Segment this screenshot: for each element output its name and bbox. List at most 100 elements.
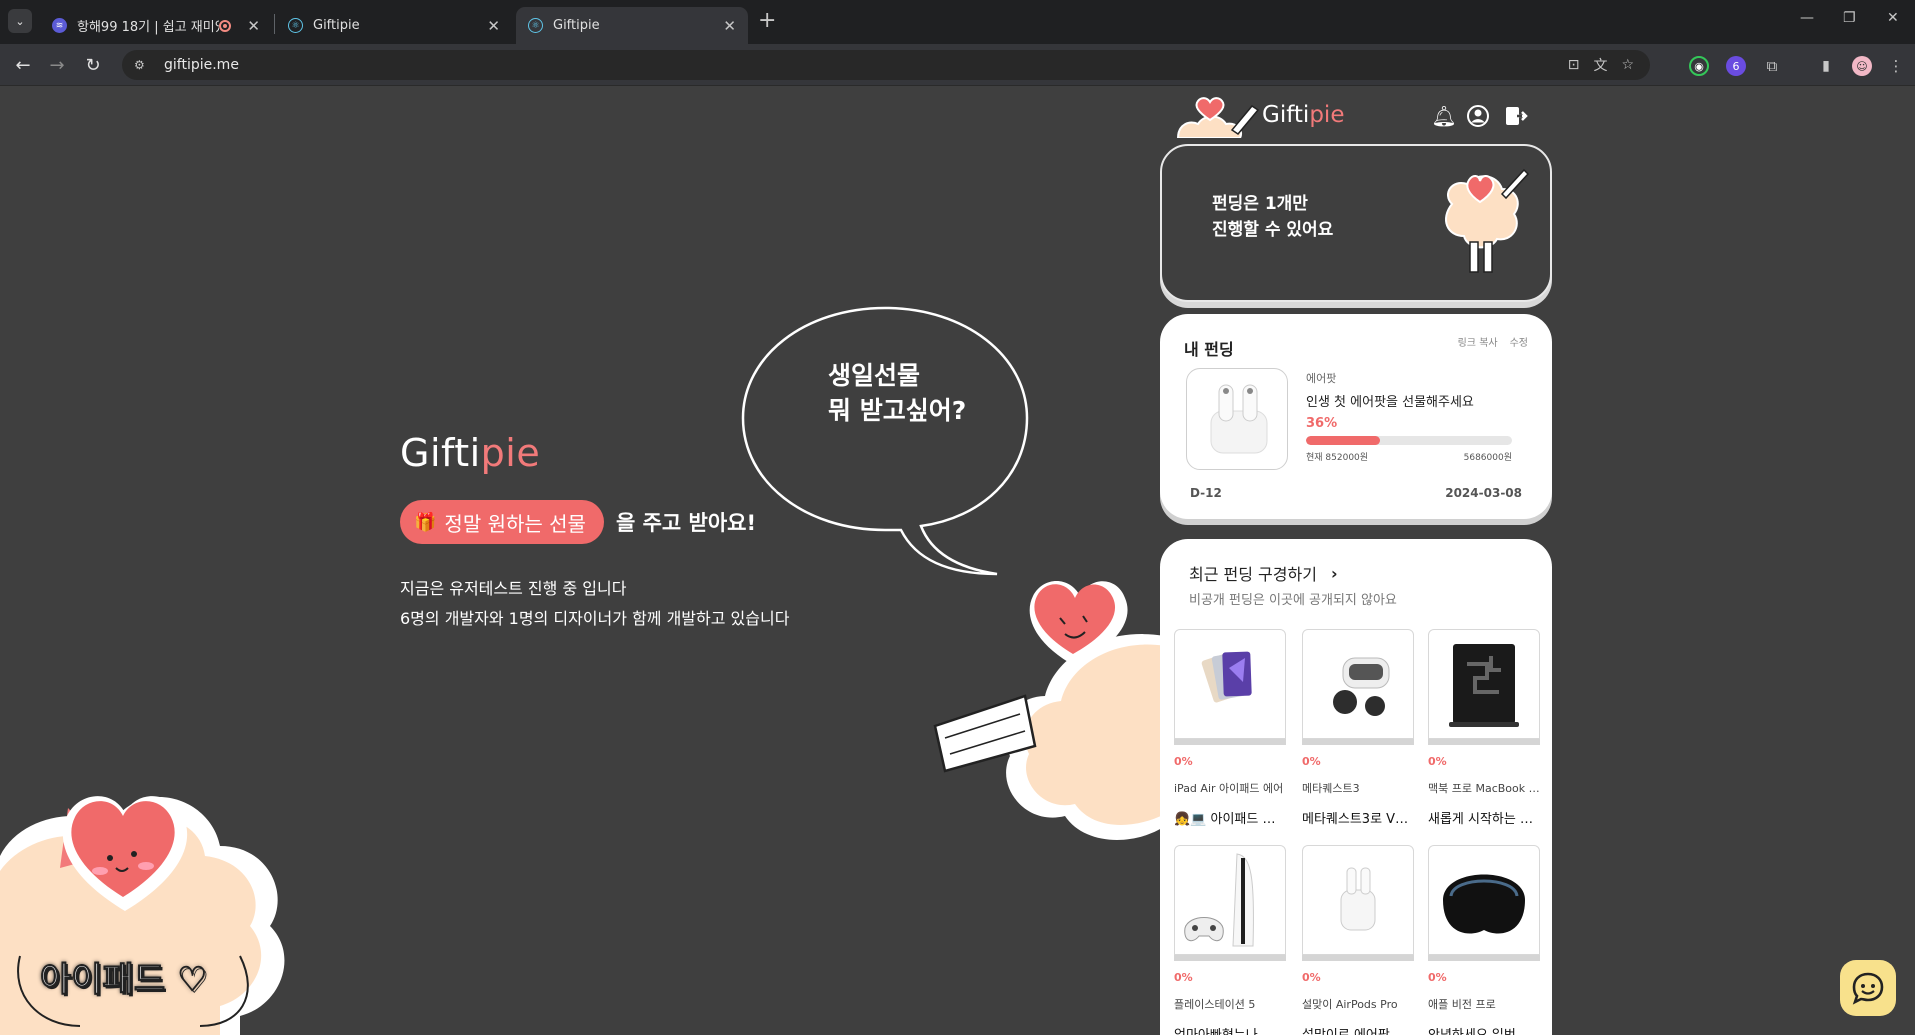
funding-progress-bar bbox=[1302, 739, 1414, 745]
tab-title: 항해99 18기 | 쉽고 재미있 bbox=[77, 20, 220, 35]
recent-fundings-card: 최근 펀딩 구경하기 › 비공개 펀딩은 이곳에 공개되지 않아요 0% iPa… bbox=[1160, 539, 1552, 1035]
copy-link-button[interactable]: 링크 복사 bbox=[1458, 334, 1498, 349]
my-funding-card[interactable]: 내 펀딩 링크 복사 수정 에어팟 인생 첫 에어팟을 선물해주세요 36% 현… bbox=[1160, 314, 1552, 519]
restore-button[interactable]: ❐ bbox=[1843, 10, 1856, 26]
user-profile-icon[interactable] bbox=[1466, 104, 1490, 128]
funding-name: 엄마아빠형누나 bbox=[1174, 1024, 1286, 1035]
forward-arrow-icon[interactable]: → bbox=[44, 52, 70, 78]
ps5-product-image bbox=[1174, 845, 1286, 955]
browser-tab-1[interactable]: ≋ 항해99 18기 | 쉽고 재미있 ✕ bbox=[40, 7, 272, 44]
my-funding-category: 에어팟 bbox=[1306, 372, 1337, 385]
speech-bubble-text: 생일선물 뭐 받고싶어? bbox=[828, 361, 967, 425]
mascot-label: 아이패드 ♡ bbox=[39, 960, 208, 1001]
reload-icon[interactable]: ↻ bbox=[80, 52, 106, 78]
side-panel: Giftipie 🔔︎ 펀딩은 1개만 진행할 수 있어요 내 펀딩 링크 복사… bbox=[1160, 86, 1552, 1035]
funding-percent: 0% bbox=[1174, 755, 1193, 768]
recording-icon bbox=[219, 19, 232, 32]
tab-close-icon[interactable]: ✕ bbox=[723, 17, 736, 35]
funding-percent: 0% bbox=[1302, 971, 1321, 984]
funding-progress-bar bbox=[1428, 739, 1540, 745]
browser-tab-2[interactable]: ⚛ Giftipie ✕ bbox=[276, 7, 512, 44]
my-funding-end-date: 2024-03-08 bbox=[1445, 486, 1522, 500]
recent-fundings-title[interactable]: 최근 펀딩 구경하기 › bbox=[1189, 561, 1338, 585]
new-tab-button[interactable]: + bbox=[758, 8, 776, 33]
funding-progress-bar bbox=[1174, 739, 1286, 745]
hero-logo: Giftipie bbox=[400, 431, 541, 475]
airpods-product-image bbox=[1302, 845, 1414, 955]
browser-tab-3-active[interactable]: ⚛ Giftipie ✕ bbox=[516, 7, 748, 44]
bell-icon[interactable]: 🔔︎ bbox=[1431, 104, 1456, 128]
side-brand-logo[interactable]: Giftipie bbox=[1262, 102, 1344, 128]
hero-tagline: 🎁 정말 원하는 선물 을 주고 받아요! bbox=[400, 500, 756, 544]
my-funding-image[interactable] bbox=[1186, 368, 1288, 470]
funding-category: 플레이스테이션 5 bbox=[1174, 998, 1256, 1011]
react-favicon-icon: ⚛ bbox=[528, 18, 543, 33]
minimize-button[interactable]: — bbox=[1800, 10, 1814, 26]
funding-name: 설맞이로 에어팟 bbox=[1302, 1024, 1414, 1035]
my-funding-current-amount: 현재 852000원 bbox=[1306, 453, 1369, 463]
gift-icon: 🎁 bbox=[414, 511, 437, 533]
install-app-icon[interactable]: ⊡ bbox=[1568, 57, 1580, 73]
logout-icon[interactable] bbox=[1504, 104, 1528, 128]
funding-item-vision-pro[interactable]: 0% 애플 비전 프로 안녕하세요 일번 bbox=[1428, 845, 1540, 1035]
side-header: Giftipie 🔔︎ bbox=[1160, 96, 1552, 140]
hanghae-favicon-icon: ≋ bbox=[52, 18, 67, 33]
tab-close-icon[interactable]: ✕ bbox=[487, 17, 500, 35]
funding-item-airpods[interactable]: 0% 설맞이 AirPods Pro 설맞이로 에어팟 bbox=[1302, 845, 1414, 1035]
address-bar[interactable]: ⚙ giftipie.me ⊡ 文 ☆ bbox=[122, 50, 1650, 80]
tab-separator bbox=[274, 14, 275, 34]
funding-progress-bar bbox=[1174, 955, 1286, 961]
logo-mascot-icon bbox=[1176, 97, 1260, 138]
site-info-icon[interactable]: ⚙ bbox=[134, 58, 154, 72]
my-funding-percent: 36% bbox=[1306, 416, 1338, 431]
extension-purple-icon[interactable]: 6 bbox=[1726, 56, 1746, 76]
my-funding-dday: D-12 bbox=[1190, 486, 1222, 500]
ipad-product-image bbox=[1174, 629, 1286, 739]
hero-description: 지금은 유저테스트 진행 중 입니다 6명의 개발자와 1명의 디자이너가 함께… bbox=[400, 579, 790, 628]
funding-item-ipad[interactable]: 0% iPad Air 아이패드 에어 👧💻 아이패드 에어 bbox=[1174, 629, 1286, 835]
address-url[interactable]: giftipie.me bbox=[164, 57, 239, 73]
profile-avatar[interactable]: ☺ bbox=[1852, 56, 1872, 76]
heart-hand-mascot-illustration bbox=[933, 581, 1165, 840]
window-close-button[interactable]: ✕ bbox=[1887, 10, 1899, 26]
funding-category: 맥북 프로 MacBook Pro bbox=[1428, 782, 1540, 795]
bookmark-star-icon[interactable]: ☆ bbox=[1621, 57, 1634, 73]
funding-item-ps5[interactable]: 0% 플레이스테이션 5 엄마아빠형누나 bbox=[1174, 845, 1286, 1035]
funding-percent: 0% bbox=[1174, 971, 1193, 984]
funding-item-meta-quest[interactable]: 0% 메타퀘스트3 메타퀘스트3로 VR 체험 bbox=[1302, 629, 1414, 835]
translate-icon[interactable]: 文 bbox=[1593, 55, 1607, 75]
funding-category: 애플 비전 프로 bbox=[1428, 998, 1496, 1011]
tab-title: Giftipie bbox=[553, 18, 600, 33]
menu-dots-icon[interactable]: ⋮ bbox=[1886, 56, 1906, 76]
chat-support-button[interactable] bbox=[1840, 960, 1896, 1016]
my-funding-title: 내 펀딩 bbox=[1184, 340, 1234, 359]
hero-pill: 🎁 정말 원하는 선물 bbox=[400, 500, 604, 544]
funding-limit-notice-text: 펀딩은 1개만 진행할 수 있어요 bbox=[1212, 194, 1334, 240]
funding-category: 설맞이 AirPods Pro bbox=[1302, 998, 1398, 1011]
back-arrow-icon[interactable]: ← bbox=[10, 52, 36, 78]
my-funding-goal-amount: 5686000원 bbox=[1463, 453, 1512, 463]
tab-close-icon[interactable]: ✕ bbox=[247, 17, 260, 35]
funding-name: 새롭게 시작하는 나에게 bbox=[1428, 812, 1540, 827]
funding-item-macbook[interactable]: 0% 맥북 프로 MacBook Pro 새롭게 시작하는 나에게 bbox=[1428, 629, 1540, 835]
extensions-puzzle-icon[interactable]: ⧉ bbox=[1762, 56, 1782, 76]
vision-pro-product-image bbox=[1428, 845, 1540, 955]
extension-green-icon[interactable]: ◉ bbox=[1689, 56, 1709, 76]
chevron-right-icon[interactable]: › bbox=[1331, 564, 1338, 583]
progress-fill bbox=[1306, 436, 1381, 445]
edit-button[interactable]: 수정 bbox=[1510, 334, 1528, 349]
funding-name: 👧💻 아이패드 에어 bbox=[1174, 812, 1286, 827]
tab-search-dropdown-icon[interactable]: ⌄ bbox=[8, 9, 32, 33]
vr-headset-product-image bbox=[1302, 629, 1414, 739]
browser-tabbar: ⌄ ≋ 항해99 18기 | 쉽고 재미있 ✕ ⚛ Giftipie ✕ ⚛ G… bbox=[0, 0, 1915, 44]
macbook-product-image bbox=[1428, 629, 1540, 739]
funding-category: 메타퀘스트3 bbox=[1302, 782, 1360, 795]
funding-percent: 0% bbox=[1428, 755, 1447, 768]
funding-name: 안녕하세요 일번 bbox=[1428, 1024, 1540, 1035]
side-panel-icon[interactable]: ▮ bbox=[1816, 56, 1836, 76]
funding-progress-bar bbox=[1428, 955, 1540, 961]
page-content: Giftipie 🎁 정말 원하는 선물 을 주고 받아요! 지금은 유저테스트… bbox=[0, 86, 1915, 1035]
funding-limit-notice-card: 펀딩은 1개만 진행할 수 있어요 bbox=[1160, 144, 1552, 302]
funding-progress-bar bbox=[1302, 955, 1414, 961]
funding-percent: 0% bbox=[1428, 971, 1447, 984]
